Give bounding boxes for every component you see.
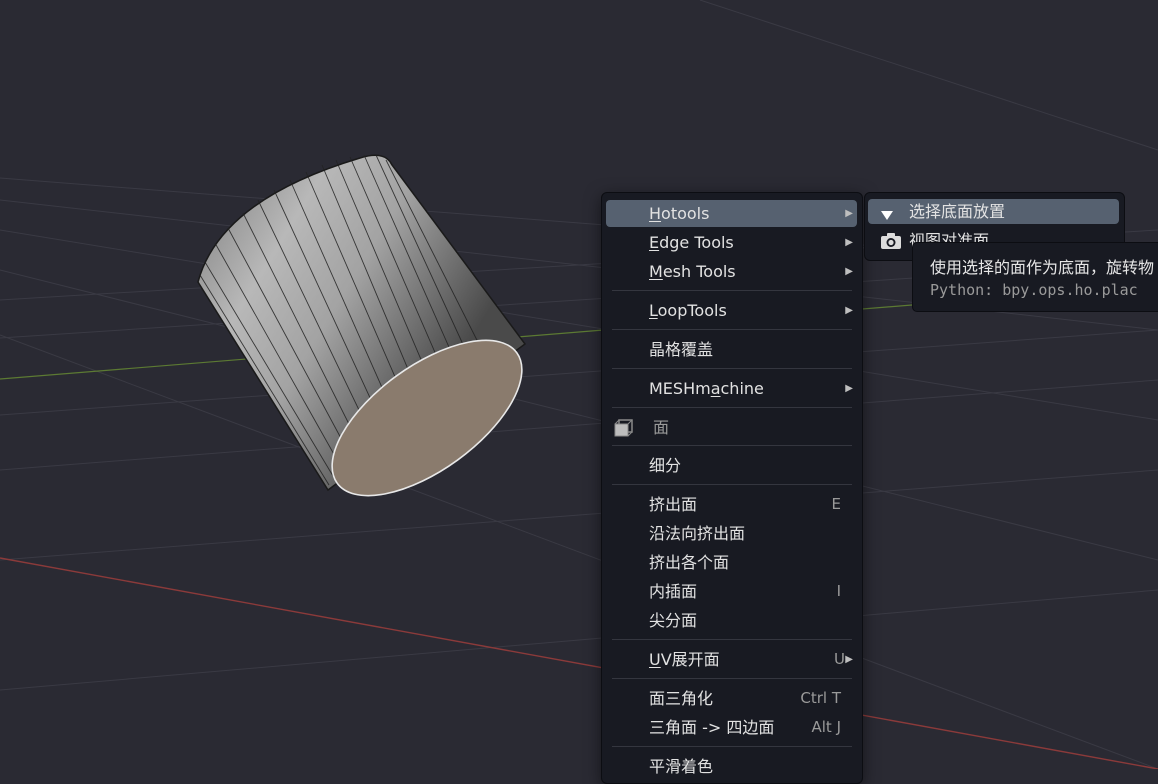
- menu-separator: [612, 746, 852, 747]
- menu-item-extrude-individual-faces[interactable]: 挤出各个面: [606, 549, 857, 576]
- submenu-arrow-icon: ▶: [845, 266, 853, 277]
- shortcut-label: E: [831, 495, 841, 513]
- grid-floor: [0, 0, 1158, 769]
- shortcut-label: Ctrl T: [800, 689, 841, 707]
- camera-icon: [880, 232, 902, 257]
- menu-section-header-face: 面: [606, 414, 857, 441]
- menu-item-shade-smooth[interactable]: 平滑着色: [606, 753, 857, 780]
- cylinder-mesh[interactable]: [197, 154, 547, 525]
- menu-item-uv-unwrap[interactable]: UV展开面 U ▶: [606, 646, 857, 673]
- shortcut-label: I: [836, 582, 841, 600]
- menu-item-mesh-tools[interactable]: Mesh Tools ▶: [606, 258, 857, 285]
- menu-separator: [612, 445, 852, 446]
- menu-item-edge-tools[interactable]: Edge Tools ▶: [606, 229, 857, 256]
- submenu-arrow-icon: ▶: [845, 208, 853, 219]
- context-menu: Hotools ▶ Edge Tools ▶ Mesh Tools ▶ Loop…: [601, 192, 863, 784]
- shortcut-label: Alt J: [811, 718, 841, 736]
- submenu-arrow-icon: ▶: [845, 237, 853, 248]
- triangle-down-icon: [880, 204, 894, 229]
- face-select-icon: [612, 418, 636, 446]
- menu-item-lattice-cover[interactable]: 晶格覆盖: [606, 336, 857, 363]
- menu-separator: [612, 639, 852, 640]
- menu-item-inset-faces[interactable]: 内插面 I: [606, 578, 857, 605]
- menu-item-looptools[interactable]: LoopTools ▶: [606, 297, 857, 324]
- x-axis-line: [0, 557, 1158, 769]
- tooltip-description: 使用选择的面作为底面，旋转物: [930, 258, 1155, 277]
- 3d-viewport[interactable]: [0, 0, 1158, 769]
- shortcut-label: U: [834, 650, 845, 668]
- menu-separator: [612, 329, 852, 330]
- menu-item-triangulate-faces[interactable]: 面三角化 Ctrl T: [606, 685, 857, 712]
- menu-item-meshmachine[interactable]: MESHmachine ▶: [606, 375, 857, 402]
- submenu-item-place-by-bottom-face[interactable]: 选择底面放置: [868, 199, 1119, 224]
- menu-separator: [612, 484, 852, 485]
- menu-item-tris-to-quads[interactable]: 三角面 -> 四边面 Alt J: [606, 714, 857, 741]
- menu-item-hotools[interactable]: Hotools ▶: [606, 200, 857, 227]
- submenu-arrow-icon: ▶: [845, 305, 853, 316]
- menu-item-subdivide[interactable]: 细分: [606, 452, 857, 479]
- menu-separator: [612, 368, 852, 369]
- menu-item-poke-faces[interactable]: 尖分面: [606, 607, 857, 634]
- submenu-arrow-icon: ▶: [845, 383, 853, 394]
- menu-item-extrude-along-normals[interactable]: 沿法向挤出面: [606, 520, 857, 547]
- tooltip: 使用选择的面作为底面，旋转物 Python: bpy.ops.ho.plac: [912, 242, 1158, 312]
- menu-separator: [612, 407, 852, 408]
- menu-separator: [612, 678, 852, 679]
- submenu-arrow-icon: ▶: [845, 654, 853, 665]
- tooltip-python-path: Python: bpy.ops.ho.plac: [930, 281, 1138, 299]
- menu-item-extrude-faces[interactable]: 挤出面 E: [606, 491, 857, 518]
- menu-separator: [612, 290, 852, 291]
